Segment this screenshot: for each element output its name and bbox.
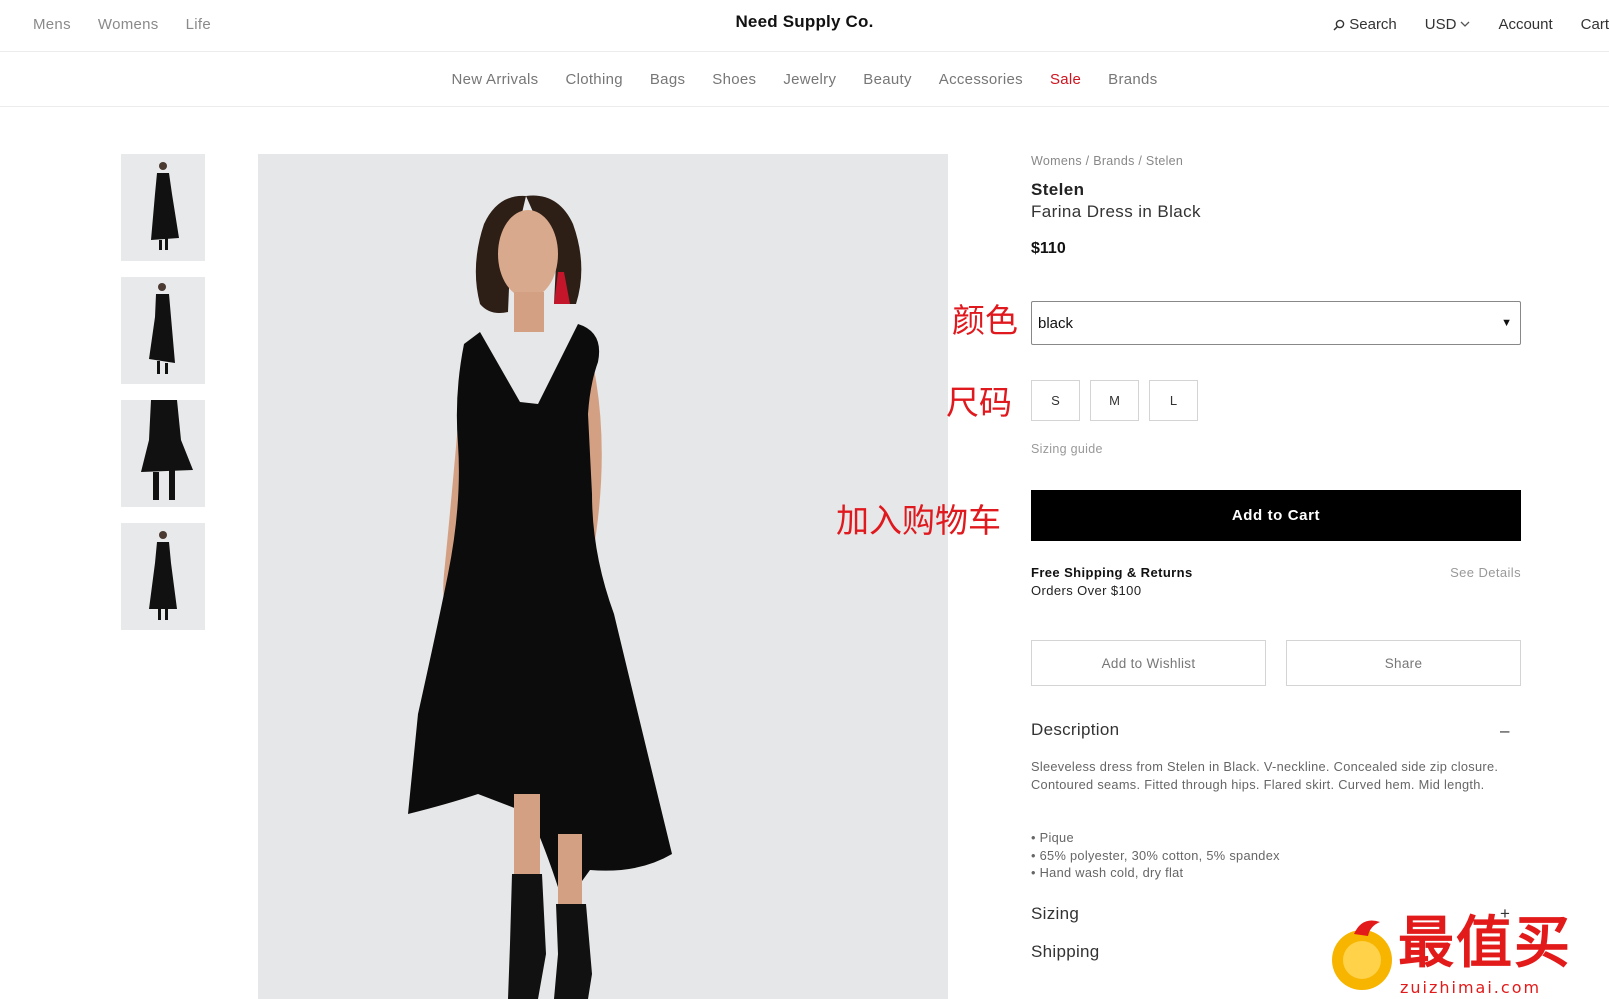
shipping-subtitle: Orders Over $100	[1031, 583, 1142, 598]
share-button[interactable]: Share	[1286, 640, 1521, 686]
cat-new-arrivals[interactable]: New Arrivals	[451, 71, 538, 88]
thumbnail-2[interactable]	[121, 277, 205, 384]
top-left-nav: Mens Womens Life	[33, 16, 211, 33]
description-text: Sleeveless dress from Stelen in Black. V…	[1031, 759, 1499, 792]
breadcrumb[interactable]: Womens / Brands / Stelen	[1031, 154, 1521, 168]
cat-beauty[interactable]: Beauty	[863, 71, 912, 88]
dropdown-caret-icon: ▼	[1501, 317, 1512, 329]
thumbnail-2-image	[149, 283, 175, 374]
product-price: $110	[1031, 240, 1066, 257]
category-nav: New Arrivals Clothing Bags Shoes Jewelry…	[0, 52, 1609, 107]
bullet-item: • 65% polyester, 30% cotton, 5% spandex	[1031, 847, 1280, 863]
color-select-value: black	[1038, 314, 1074, 332]
account-link[interactable]: Account	[1498, 16, 1552, 33]
add-to-cart-button[interactable]: Add to Cart	[1031, 490, 1521, 541]
description-bullets: • Pique • 65% polyester, 30% cotton, 5% …	[1031, 829, 1280, 882]
product-info: Womens / Brands / Stelen Stelen Farina D…	[1031, 154, 1521, 258]
shipping-title: Free Shipping & Returns	[1031, 565, 1193, 580]
cat-sale[interactable]: Sale	[1050, 71, 1081, 88]
product-brand[interactable]: Stelen	[1031, 180, 1521, 200]
size-options: S M L	[1031, 380, 1198, 421]
search-icon	[1333, 19, 1345, 31]
cat-shoes[interactable]: Shoes	[712, 71, 756, 88]
cat-jewelry[interactable]: Jewelry	[783, 71, 836, 88]
thumbnail-1-image	[151, 162, 179, 250]
thumbnail-list	[121, 154, 205, 646]
thumbnail-1[interactable]	[121, 154, 205, 261]
thumbnail-4-image	[149, 531, 177, 620]
brand-logo-link[interactable]: Need Supply Co.	[735, 12, 873, 31]
cat-bags[interactable]: Bags	[650, 71, 685, 88]
description-collapse-icon[interactable]: –	[1500, 721, 1509, 741]
model-dress-illustration	[408, 195, 672, 999]
size-option-l[interactable]: L	[1149, 380, 1198, 421]
watermark-url: zuizhimai.com	[1400, 978, 1542, 997]
annotation-color: 颜色	[952, 301, 1018, 340]
currency-label: USD	[1424, 16, 1457, 33]
watermark-text: 最值买	[1398, 910, 1572, 976]
size-option-s[interactable]: S	[1031, 380, 1080, 421]
chevron-down-icon	[1460, 21, 1470, 27]
sizing-guide-link[interactable]: Sizing guide	[1031, 442, 1103, 456]
sizing-header[interactable]: Sizing	[1031, 904, 1079, 924]
size-option-m[interactable]: M	[1090, 380, 1139, 421]
bullet-item: • Hand wash cold, dry flat	[1031, 865, 1184, 880]
shipping-header[interactable]: Shipping	[1031, 942, 1100, 962]
currency-selector[interactable]: USD	[1425, 16, 1471, 33]
nav-life[interactable]: Life	[186, 16, 211, 33]
color-select[interactable]: black ▼	[1031, 301, 1521, 345]
thumbnail-3-image	[141, 400, 193, 500]
thumbnail-3[interactable]	[121, 400, 205, 507]
annotation-size: 尺码	[946, 383, 1012, 422]
top-bar: Mens Womens Life Need Supply Co. Search …	[0, 0, 1609, 52]
search-link[interactable]: Search	[1333, 16, 1397, 33]
nav-mens[interactable]: Mens	[33, 16, 71, 33]
add-to-wishlist-button[interactable]: Add to Wishlist	[1031, 640, 1266, 686]
cart-link[interactable]: Cart	[1581, 16, 1609, 33]
cat-clothing[interactable]: Clothing	[565, 71, 622, 88]
description-header[interactable]: Description	[1031, 720, 1119, 740]
product-title: Farina Dress in Black	[1031, 202, 1201, 221]
annotation-add-to-cart: 加入购物车	[836, 501, 1001, 540]
thumbnail-4[interactable]	[121, 523, 205, 630]
search-label: Search	[1349, 16, 1397, 33]
product-main-image[interactable]	[258, 154, 948, 999]
top-right-nav: Search USD Account Cart	[1333, 16, 1609, 33]
cat-accessories[interactable]: Accessories	[939, 71, 1023, 88]
nav-womens[interactable]: Womens	[98, 16, 159, 33]
see-details-link[interactable]: See Details	[1450, 565, 1521, 580]
bullet-item: • Pique	[1031, 830, 1074, 845]
cat-brands[interactable]: Brands	[1108, 71, 1157, 88]
